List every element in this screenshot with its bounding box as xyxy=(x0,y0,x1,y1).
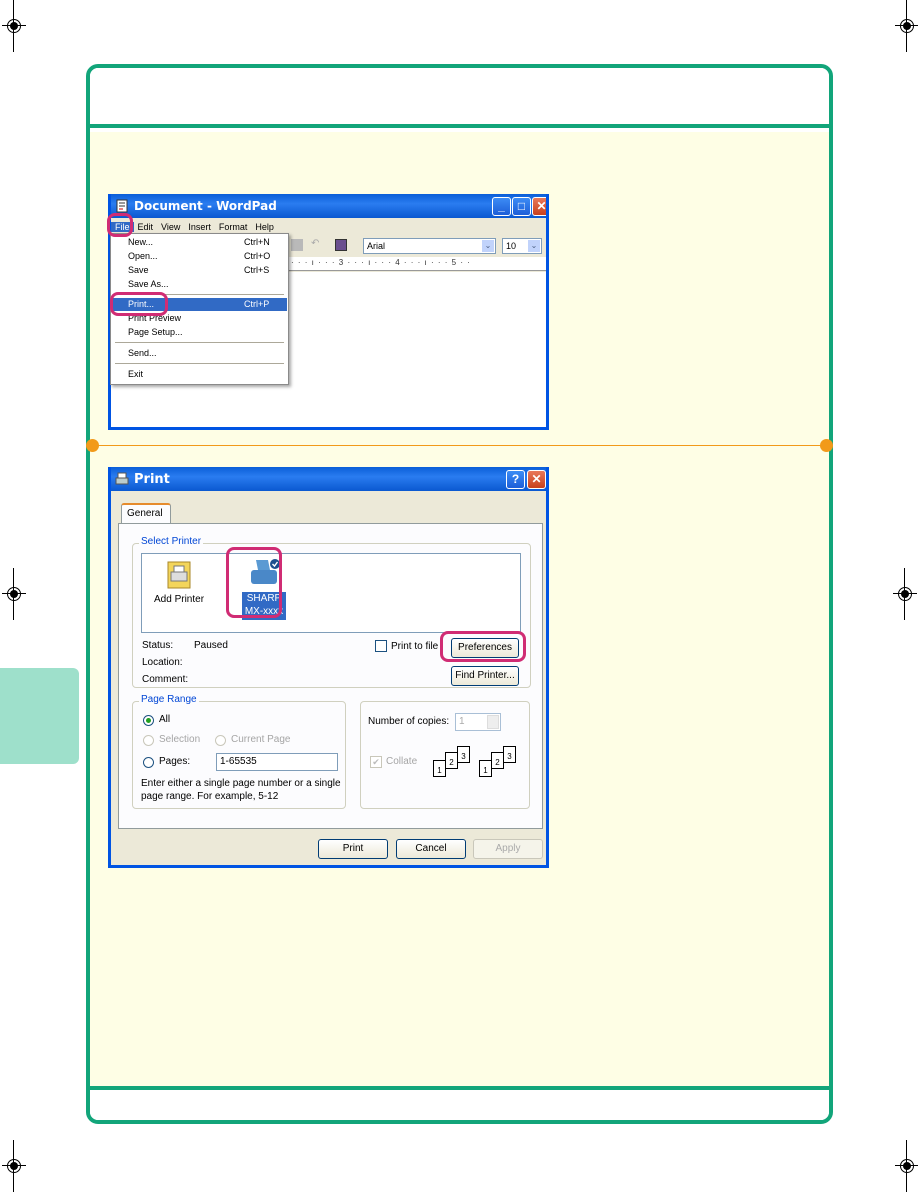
font-name-combo[interactable]: Arial ⌄ xyxy=(363,238,496,254)
undo-icon[interactable]: ↶ xyxy=(311,238,319,249)
help-button[interactable]: ? xyxy=(506,470,525,489)
menu-item-save-as[interactable]: Save As... xyxy=(112,278,287,291)
font-size-combo[interactable]: 10 ⌄ xyxy=(502,238,542,254)
step-divider xyxy=(92,445,826,446)
print-dialog: Print ? ✕ General Select Printer Add Pri… xyxy=(108,467,549,868)
ruler-marks: · · · ı · · · 3 · · · ı · · · 4 · · · ı … xyxy=(291,258,471,267)
callout-file-menu xyxy=(107,213,133,237)
add-printer-item[interactable]: Add Printer xyxy=(152,560,212,610)
wordpad-title: Document - WordPad xyxy=(134,199,277,213)
sheet-3: 3 xyxy=(457,746,470,763)
wordpad-titlebar: Document - WordPad xyxy=(111,194,546,218)
menu-item-page-setup[interactable]: Page Setup... xyxy=(112,326,287,339)
maximize-button[interactable]: □ xyxy=(512,197,531,216)
radio-all-label: All xyxy=(159,714,171,725)
add-printer-label: Add Printer xyxy=(154,594,205,605)
page-range-hint-2: page range. For example, 5-12 xyxy=(141,791,279,802)
location-label: Location: xyxy=(142,657,183,668)
chapter-side-tab xyxy=(0,668,79,764)
menu-item-save[interactable]: Save Ctrl+S xyxy=(112,264,287,277)
insert-object-icon[interactable] xyxy=(335,239,347,251)
registration-mark-right xyxy=(893,568,917,620)
menu-item-new[interactable]: New... Ctrl+N xyxy=(112,236,287,249)
pages-input[interactable]: 1-65535 xyxy=(216,753,338,771)
registration-mark-bottom-right xyxy=(895,1140,918,1192)
step-divider-dot-left xyxy=(86,439,99,452)
printer-list: Add Printer SHARP MX-xxxx xyxy=(141,553,521,633)
comment-label: Comment: xyxy=(142,674,189,685)
select-printer-legend: Select Printer xyxy=(139,536,204,547)
select-printer-group: Select Printer Add Printer SHARP MX-xxxx xyxy=(132,536,531,688)
page-range-group: Page Range All Selection Current Page Pa… xyxy=(132,694,346,809)
minimize-button[interactable]: _ xyxy=(492,197,511,216)
menu-insert[interactable]: Insert xyxy=(184,222,215,232)
menu-format[interactable]: Format xyxy=(215,222,252,232)
collate-label: Collate xyxy=(386,756,418,767)
registration-mark-top-left xyxy=(2,0,26,52)
frame-footer xyxy=(90,1086,829,1120)
registration-mark-left xyxy=(2,568,26,620)
menu-item-open[interactable]: Open... Ctrl+O xyxy=(112,250,287,263)
registration-mark-top-right xyxy=(895,0,918,52)
font-size-value: 10 xyxy=(506,241,517,251)
find-printer-button[interactable]: Find Printer... xyxy=(451,666,519,686)
radio-pages-label: Pages: xyxy=(159,756,191,767)
radio-pages[interactable] xyxy=(143,757,154,768)
copies-value: 1 xyxy=(459,716,465,727)
page-range-legend: Page Range xyxy=(139,694,199,705)
radio-current-page[interactable] xyxy=(215,735,226,746)
collate-illustration-2: 3 2 1 xyxy=(477,746,521,782)
frame-header xyxy=(90,68,829,128)
print-dialog-titlebar: Print xyxy=(111,467,546,491)
menu-separator xyxy=(115,342,284,343)
menu-item-send[interactable]: Send... xyxy=(112,347,287,360)
print-dialog-body: General Select Printer Add Printer SHARP… xyxy=(111,491,546,865)
copies-group: Number of copies: 1 ✔ Collate 3 2 1 3 2 … xyxy=(360,701,530,809)
menu-help[interactable]: Help xyxy=(251,222,278,232)
tab-general[interactable]: General xyxy=(121,503,171,523)
cancel-button[interactable]: Cancel xyxy=(396,839,466,859)
sheet-2: 2 xyxy=(491,752,504,769)
print-dialog-title: Print xyxy=(134,471,170,487)
registration-mark-bottom-left xyxy=(2,1140,26,1192)
add-printer-icon xyxy=(167,561,191,589)
copies-input[interactable]: 1 xyxy=(455,713,501,731)
collate-illustration-1: 3 2 1 xyxy=(431,746,475,782)
callout-preferences xyxy=(440,631,526,662)
menu-item-exit[interactable]: Exit xyxy=(112,368,287,381)
menu-separator xyxy=(115,363,284,364)
status-label: Status: xyxy=(142,640,174,651)
font-name-value: Arial xyxy=(367,241,386,251)
wordpad-app-icon xyxy=(116,199,128,213)
status-value: Paused xyxy=(194,640,228,651)
callout-print-item xyxy=(110,292,168,316)
sheet-1: 1 xyxy=(433,760,446,777)
copies-label: Number of copies: xyxy=(368,716,450,727)
close-button[interactable]: ✕ xyxy=(532,197,546,216)
copies-spinner[interactable] xyxy=(487,715,499,729)
apply-button[interactable]: Apply xyxy=(473,839,543,859)
radio-current-page-label: Current Page xyxy=(231,734,291,745)
step-divider-dot-right xyxy=(820,439,833,452)
general-tab-panel: Select Printer Add Printer SHARP MX-xxxx xyxy=(118,523,543,829)
radio-selection-label: Selection xyxy=(159,734,201,745)
menu-view[interactable]: View xyxy=(157,222,184,232)
chevron-down-icon[interactable]: ⌄ xyxy=(528,240,540,252)
printer-icon xyxy=(115,472,129,485)
print-to-file-label: Print to file xyxy=(391,641,439,652)
close-button[interactable]: ✕ xyxy=(527,470,546,489)
page-range-hint-1: Enter either a single page number or a s… xyxy=(141,778,341,789)
print-to-file-checkbox[interactable] xyxy=(375,640,387,652)
print-button[interactable]: Print xyxy=(318,839,388,859)
sheet-3: 3 xyxy=(503,746,516,763)
radio-selection[interactable] xyxy=(143,735,154,746)
collate-checkbox[interactable]: ✔ xyxy=(370,756,382,768)
callout-sharp-printer xyxy=(226,547,282,618)
sheet-2: 2 xyxy=(445,752,458,769)
paste-icon[interactable] xyxy=(291,239,303,251)
chevron-down-icon[interactable]: ⌄ xyxy=(482,240,494,252)
radio-all[interactable] xyxy=(143,715,154,726)
menu-edit[interactable]: Edit xyxy=(134,222,158,232)
sheet-1: 1 xyxy=(479,760,492,777)
